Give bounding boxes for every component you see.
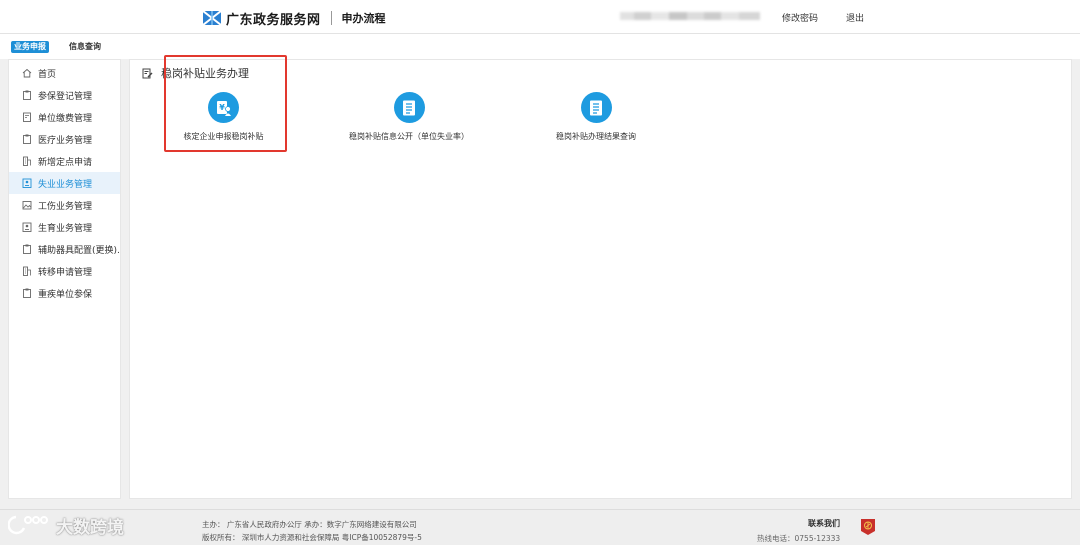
sidebar-item-maternity[interactable]: 生育业务管理	[9, 216, 120, 238]
blurred-user-info	[620, 12, 760, 20]
sidebar-item-label: 医疗业务管理	[38, 135, 93, 146]
subsidy-icon: ¥	[216, 100, 231, 116]
logout-link[interactable]: 退出	[846, 11, 864, 24]
sidebar-item-unemployment[interactable]: 失业业务管理	[9, 172, 120, 194]
section-name: 申办流程	[341, 12, 386, 25]
sidebar-item-work-injury[interactable]: 工伤业务管理	[9, 194, 120, 216]
clipboard-icon	[23, 134, 31, 144]
function-circle: ¥	[208, 92, 239, 123]
sidebar-item-insurance-registration[interactable]: 参保登记管理	[9, 84, 120, 106]
logo-mark-icon	[203, 11, 221, 25]
clipboard-icon	[23, 90, 31, 100]
top-header: 广东政务服务网 申办流程 修改密码 退出	[0, 0, 1080, 34]
hotline-phone: 热线电话：0755-12333	[757, 534, 841, 543]
function-circle	[393, 92, 425, 123]
logo-divider	[330, 11, 332, 25]
sidebar-item-unit-payment[interactable]: 单位缴费管理	[9, 106, 120, 128]
footer-copyright: 版权所有： 深圳市人力资源和社会保障局 粤ICP备10052879号-5	[202, 533, 422, 542]
footer-sponsor: 主办： 广东省人民政府办公厅 承办：数字广东网络建设有限公司	[202, 520, 417, 529]
function-circle	[580, 92, 612, 123]
site-name: 广东政务服务网	[226, 12, 321, 28]
building-icon	[23, 156, 31, 166]
sidebar-item-label: 新增定点申请	[38, 157, 93, 168]
footer: 主办： 广东省人民政府办公厅 承办：数字广东网络建设有限公司 版权所有： 深圳市…	[0, 509, 1080, 545]
sidebar-item-label: 失业业务管理	[38, 179, 93, 190]
svg-text:¥: ¥	[219, 103, 225, 112]
sidebar-item-label: 首页	[38, 69, 57, 80]
clipboard-icon	[23, 244, 31, 254]
document-icon	[23, 112, 31, 122]
watermark: 大数跨境	[8, 512, 124, 538]
home-icon	[22, 68, 32, 78]
sidebar-item-label: 转移申请管理	[38, 267, 93, 278]
sidebar-item-medical[interactable]: 医疗业务管理	[9, 128, 120, 150]
sidebar-item-home[interactable]: 首页	[9, 62, 120, 84]
sidebar-item-label: 工伤业务管理	[38, 201, 93, 212]
function-enterprise-subsidy-declaration[interactable]: ¥ 核定企业申报稳岗补贴	[171, 92, 276, 142]
list-document-icon	[403, 100, 415, 115]
sidebar-item-new-designated[interactable]: 新增定点申请	[9, 150, 120, 172]
function-label: 稳岗补贴信息公开（单位失业率）	[349, 132, 469, 141]
function-label: 稳岗补贴办理结果查询	[556, 132, 636, 141]
change-password-link[interactable]: 修改密码	[782, 11, 818, 24]
main-panel: 稳岗补贴业务办理 ¥ 核定企业申报稳岗补贴 稳岗补贴信息公开（单位失业率） 稳岗…	[129, 55, 1072, 499]
watermark-logo-icon	[8, 515, 48, 535]
sidebar-item-label: 生育业务管理	[38, 223, 93, 234]
sidebar-item-label: 重疾单位参保	[38, 289, 93, 300]
clipboard-icon	[23, 288, 31, 298]
form-edit-icon	[142, 68, 153, 78]
tab-bar: 业务申报 信息查询	[0, 34, 1080, 59]
function-label: 核定企业申报稳岗补贴	[183, 132, 264, 141]
function-subsidy-info-disclosure[interactable]: 稳岗补贴信息公开（单位失业率）	[344, 92, 474, 142]
site-logo[interactable]: 广东政务服务网 申办流程	[203, 9, 386, 28]
tab-info-query[interactable]: 信息查询	[66, 41, 104, 53]
tab-business-declaration[interactable]: 业务申报	[11, 41, 49, 53]
sidebar-item-assistive-devices[interactable]: 辅助器具配置(更换)..	[9, 238, 120, 260]
sidebar: 首页 参保登记管理 单位缴费管理 医疗业务管理 新增定点申请 失业业务管理 工伤…	[8, 59, 121, 499]
list-document-icon	[590, 100, 602, 115]
watermark-text: 大数跨境	[56, 517, 124, 538]
image-icon	[22, 201, 32, 210]
sidebar-item-label: 辅助器具配置(更换)..	[38, 245, 120, 256]
id-card-icon	[22, 178, 32, 188]
building-icon	[23, 266, 31, 276]
sidebar-item-label: 参保登记管理	[38, 91, 93, 102]
sidebar-item-critical-illness[interactable]: 重疾单位参保	[9, 282, 120, 304]
contact-us-link[interactable]: 联系我们	[808, 518, 840, 529]
party-emblem-icon	[861, 519, 875, 535]
sidebar-item-transfer[interactable]: 转移申请管理	[9, 260, 120, 282]
id-card-icon	[22, 222, 32, 232]
function-subsidy-result-query[interactable]: 稳岗补贴办理结果查询	[546, 92, 646, 142]
sidebar-item-label: 单位缴费管理	[38, 113, 93, 124]
